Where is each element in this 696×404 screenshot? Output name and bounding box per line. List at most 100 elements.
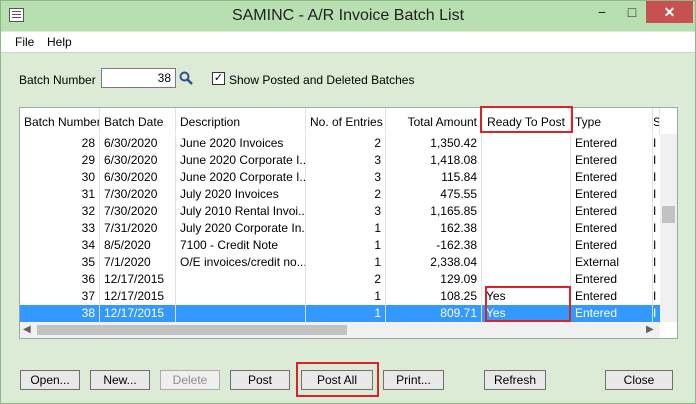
- col-header-type[interactable]: Type: [571, 108, 653, 134]
- cell-type: Entered: [571, 305, 653, 322]
- post-all-button[interactable]: Post All: [301, 370, 373, 390]
- horizontal-scroll-thumb[interactable]: [37, 325, 347, 335]
- cell-ready-to-post: [482, 254, 571, 271]
- scroll-right-icon[interactable]: ▶: [646, 324, 654, 335]
- refresh-button[interactable]: Refresh: [484, 370, 546, 390]
- table-row[interactable]: 35 7/1/2020 O/E invoices/credit no... 1 2,33…: [20, 254, 660, 271]
- cell-batch-date: 12/17/2015: [100, 288, 176, 305]
- cell-status: I: [653, 255, 657, 269]
- table-row[interactable]: 29 6/30/2020 June 2020 Corporate I... 3 1,41…: [20, 152, 660, 169]
- cell-description: [176, 305, 306, 322]
- cell-batch-date: 6/30/2020: [100, 152, 176, 169]
- cell-batch-number: 31: [20, 186, 100, 203]
- batch-number-label: Batch Number: [19, 73, 96, 87]
- table-row[interactable]: 31 7/30/2020 July 2020 Invoices 2 475.55 Ente…: [20, 186, 660, 203]
- cell-batch-number: 35: [20, 254, 100, 271]
- cell-ready-to-post: [482, 237, 571, 254]
- vertical-scroll-thumb[interactable]: [662, 206, 675, 223]
- cell-description: [176, 288, 306, 305]
- cell-batch-date: 7/1/2020: [100, 254, 176, 271]
- show-posted-label: Show Posted and Deleted Batches: [229, 73, 415, 87]
- cell-type: Entered: [571, 220, 653, 237]
- cell-status: I: [653, 289, 657, 303]
- horizontal-scrollbar[interactable]: ◀ ▶: [20, 322, 660, 338]
- cell-description: [176, 271, 306, 288]
- cell-no-of-entries: 2: [306, 186, 386, 203]
- cell-ready-to-post: Yes: [482, 288, 571, 305]
- batch-number-input[interactable]: 38: [101, 68, 176, 88]
- col-header-batch-date[interactable]: Batch Date: [100, 108, 176, 134]
- cell-type: Entered: [571, 152, 653, 169]
- open-button[interactable]: Open...: [20, 370, 80, 390]
- cell-type: Entered: [571, 186, 653, 203]
- show-posted-checkbox[interactable]: ✓: [212, 72, 225, 85]
- cell-ready-to-post: [482, 271, 571, 288]
- search-icon[interactable]: [179, 71, 193, 85]
- cell-status: I: [653, 238, 657, 252]
- cell-status: I: [653, 153, 657, 167]
- cell-batch-number: 37: [20, 288, 100, 305]
- cell-ready-to-post: [482, 186, 571, 203]
- delete-button[interactable]: Delete: [160, 370, 220, 390]
- cell-total-amount: 1,350.42: [386, 135, 482, 152]
- cell-batch-number: 32: [20, 203, 100, 220]
- cell-total-amount: -162.38: [386, 237, 482, 254]
- cell-batch-date: 12/17/2015: [100, 305, 176, 322]
- cell-batch-number: 29: [20, 152, 100, 169]
- cell-description: O/E invoices/credit no...: [176, 254, 306, 271]
- scroll-left-icon[interactable]: ◀: [23, 324, 31, 335]
- cell-batch-number: 33: [20, 220, 100, 237]
- table-row[interactable]: 30 6/30/2020 June 2020 Corporate I... 3 115.…: [20, 169, 660, 186]
- cell-ready-to-post: [482, 152, 571, 169]
- cell-status: I: [653, 136, 657, 150]
- col-header-status[interactable]: S: [653, 108, 660, 134]
- col-header-batch-number[interactable]: Batch Number: [20, 108, 100, 134]
- cell-total-amount: 162.38: [386, 220, 482, 237]
- cell-type: External: [571, 254, 653, 271]
- close-window-button[interactable]: ✕: [646, 1, 693, 23]
- menu-help[interactable]: Help: [47, 35, 72, 49]
- table-row[interactable]: 33 7/31/2020 July 2020 Corporate In... 1 162…: [20, 220, 660, 237]
- cell-description: June 2020 Invoices: [176, 135, 306, 152]
- post-button[interactable]: Post: [230, 370, 290, 390]
- title-bar: SAMINC - A/R Invoice Batch List − □ ✕: [1, 1, 695, 31]
- cell-type: Entered: [571, 271, 653, 288]
- table-row[interactable]: 38 12/17/2015 1 809.71 Yes Entered I: [20, 305, 660, 322]
- cell-batch-number: 34: [20, 237, 100, 254]
- cell-type: Entered: [571, 237, 653, 254]
- ar-invoice-batch-list-window: SAMINC - A/R Invoice Batch List − □ ✕ Fi…: [0, 0, 696, 404]
- new-button[interactable]: New...: [90, 370, 150, 390]
- cell-description: July 2010 Rental Invoi...: [176, 203, 306, 220]
- table-row[interactable]: 32 7/30/2020 July 2010 Rental Invoi... 3 1,1…: [20, 203, 660, 220]
- menu-file[interactable]: File: [15, 35, 34, 49]
- cell-batch-number: 38: [20, 305, 100, 322]
- cell-ready-to-post: [482, 203, 571, 220]
- table-row[interactable]: 34 8/5/2020 7100 - Credit Note 1 -162.38 Ente…: [20, 237, 660, 254]
- table-row[interactable]: 28 6/30/2020 June 2020 Invoices 2 1,350.42 En…: [20, 135, 660, 152]
- cell-description: July 2020 Invoices: [176, 186, 306, 203]
- col-header-description[interactable]: Description: [176, 108, 306, 134]
- table-row[interactable]: 36 12/17/2015 2 129.09 Entered I: [20, 271, 660, 288]
- print-button[interactable]: Print...: [383, 370, 444, 390]
- vertical-scrollbar[interactable]: [660, 134, 677, 322]
- cell-description: June 2020 Corporate I...: [176, 152, 306, 169]
- close-button[interactable]: Close: [605, 370, 673, 390]
- cell-total-amount: 129.09: [386, 271, 482, 288]
- batch-grid: Batch Number Batch Date Description No. …: [19, 107, 678, 339]
- cell-batch-date: 7/31/2020: [100, 220, 176, 237]
- col-header-ready-to-post[interactable]: Ready To Post: [482, 108, 571, 134]
- col-header-no-of-entries[interactable]: No. of Entries: [306, 108, 386, 134]
- cell-ready-to-post: [482, 135, 571, 152]
- cell-status: I: [653, 170, 657, 184]
- cell-ready-to-post: [482, 220, 571, 237]
- col-header-total-amount[interactable]: Total Amount: [386, 108, 482, 134]
- cell-status: I: [653, 187, 657, 201]
- minimize-button[interactable]: −: [587, 1, 617, 23]
- cell-batch-date: 7/30/2020: [100, 203, 176, 220]
- cell-status: I: [653, 306, 657, 320]
- cell-total-amount: 809.71: [386, 305, 482, 322]
- cell-batch-number: 30: [20, 169, 100, 186]
- cell-ready-to-post: Yes: [482, 305, 571, 322]
- maximize-button[interactable]: □: [617, 1, 647, 23]
- table-row[interactable]: 37 12/17/2015 1 108.25 Yes Entered I: [20, 288, 660, 305]
